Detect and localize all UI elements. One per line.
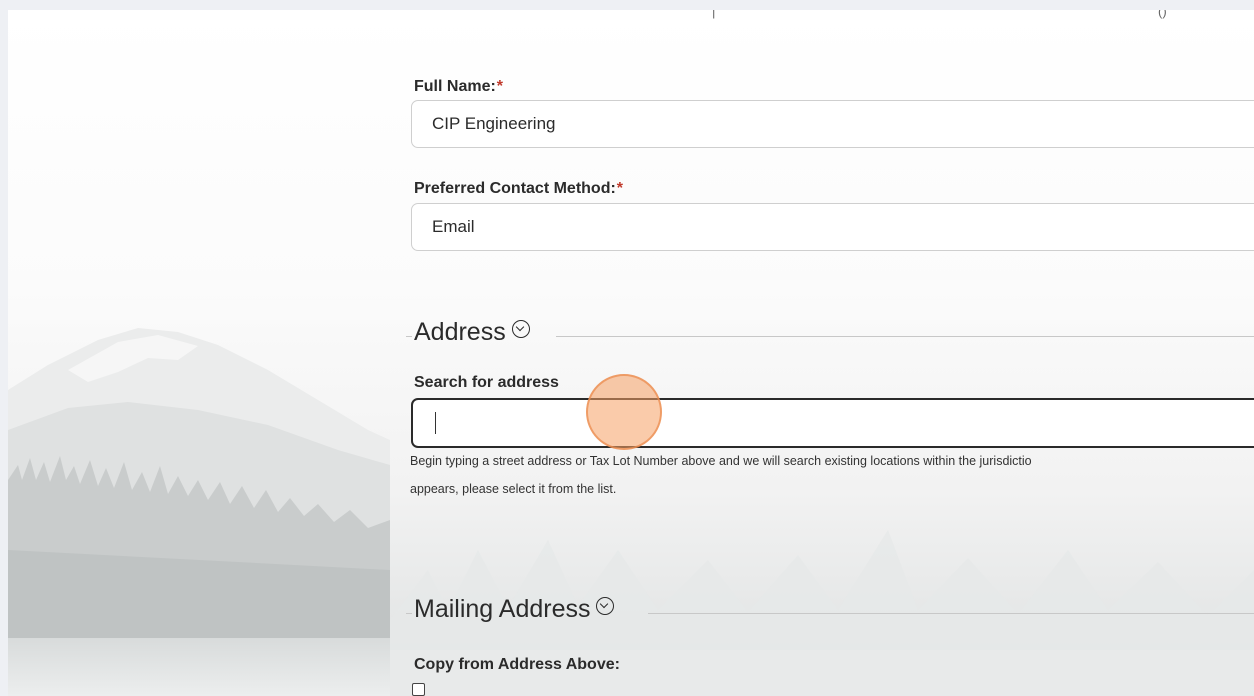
contact-method-label: Preferred Contact Method:*: [414, 180, 623, 198]
mailing-section-header[interactable]: Mailing Address: [406, 595, 1254, 631]
required-asterisk: *: [496, 78, 504, 95]
top-text-fragment-2: (): [1158, 10, 1167, 19]
search-help-line-2: appears, please select it from the list.: [410, 482, 617, 496]
address-section-header[interactable]: Address: [406, 318, 1254, 354]
mailing-heading: Mailing Address: [414, 595, 615, 624]
click-indicator: [586, 374, 662, 450]
page-viewport: | () Full Name:* CIP Engineering Preferr…: [8, 10, 1254, 696]
address-heading-text: Address: [414, 318, 506, 346]
full-name-label-text: Full Name:: [414, 78, 496, 95]
full-name-label: Full Name:*: [414, 78, 503, 96]
search-address-label: Search for address: [414, 374, 559, 391]
copy-address-checkbox[interactable]: [412, 683, 425, 696]
search-help-line-1: Begin typing a street address or Tax Lot…: [410, 454, 1032, 468]
chevron-circle-down-icon[interactable]: [511, 320, 530, 338]
search-address-input[interactable]: [411, 398, 1254, 448]
chevron-circle-down-icon[interactable]: [596, 597, 615, 615]
full-name-input[interactable]: CIP Engineering: [411, 100, 1254, 148]
text-caret: [435, 412, 436, 434]
copy-address-label: Copy from Address Above:: [414, 656, 620, 673]
contact-method-select[interactable]: Email: [411, 203, 1254, 251]
required-asterisk: *: [616, 180, 624, 197]
contact-method-label-text: Preferred Contact Method:: [414, 180, 616, 197]
address-heading: Address: [414, 318, 530, 347]
mailing-heading-text: Mailing Address: [414, 595, 591, 623]
top-text-fragment: |: [712, 10, 716, 19]
request-form: | () Full Name:* CIP Engineering Preferr…: [8, 10, 1254, 696]
